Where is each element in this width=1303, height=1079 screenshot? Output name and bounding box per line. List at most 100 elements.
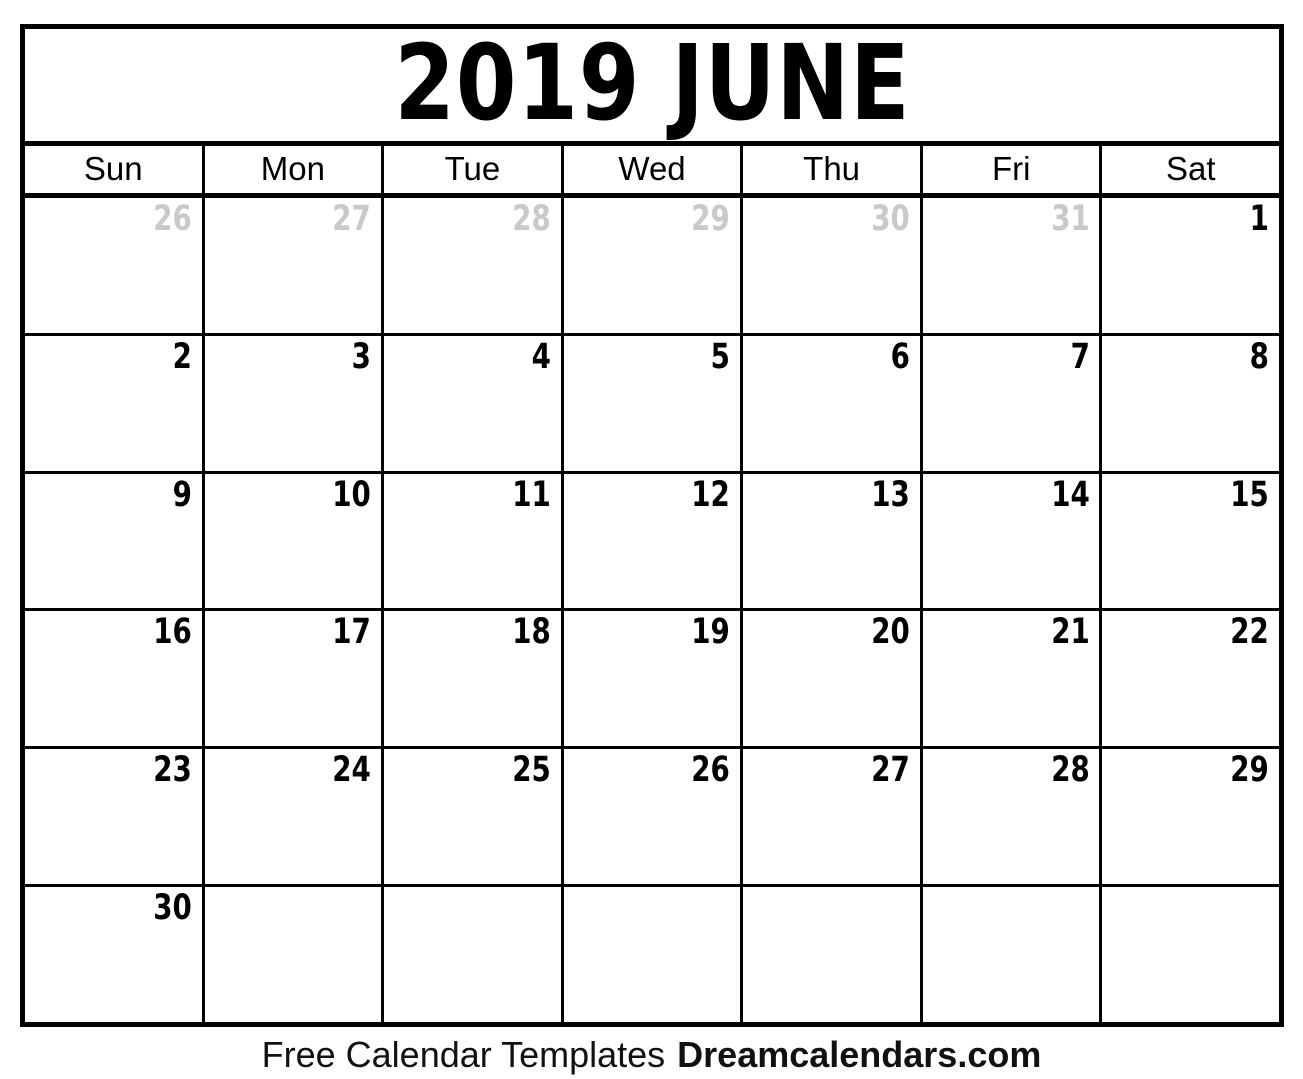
weekday-label: Mon <box>260 150 325 187</box>
day-cell[interactable]: 29 <box>1102 749 1280 885</box>
day-number: 12 <box>691 474 731 515</box>
weekday-header-sat: Sat <box>1102 146 1279 193</box>
footer-text: Free Calendar Templates Dreamcalendars.co… <box>262 1037 1042 1073</box>
week-row: 16 17 18 19 20 21 22 <box>25 611 1280 750</box>
day-cell[interactable]: 22 <box>1102 611 1280 747</box>
day-number: 22 <box>1230 612 1270 653</box>
day-cell[interactable]: 7 <box>922 335 1103 471</box>
day-cell[interactable]: 13 <box>743 473 923 609</box>
day-number: 9 <box>172 474 192 515</box>
day-cell[interactable]: 27 <box>743 749 923 885</box>
day-number: 26 <box>691 750 731 791</box>
day-number: 13 <box>871 474 910 515</box>
footer-tagline: Free Calendar Templates <box>261 1034 666 1075</box>
calendar-page: 2019 JUNE Sun Mon Tue Wed Thu Fri Sat 26… <box>0 0 1303 1079</box>
day-cell[interactable]: 20 <box>743 611 923 747</box>
day-number: 31 <box>1050 199 1090 239</box>
day-cell[interactable] <box>563 887 744 1022</box>
day-number: 24 <box>332 750 372 791</box>
day-cell[interactable] <box>204 887 385 1022</box>
day-cell[interactable]: 8 <box>1102 335 1280 471</box>
calendar-title-band: 2019 JUNE <box>25 29 1279 146</box>
page-title: 2019 JUNE <box>393 29 911 144</box>
day-cell[interactable]: 14 <box>922 473 1103 609</box>
weekday-label: Fri <box>991 150 1031 187</box>
weekday-label: Sun <box>83 150 143 187</box>
day-number: 20 <box>871 612 910 653</box>
weekday-header-sun: Sun <box>25 146 205 193</box>
weekday-label: Tue <box>444 150 501 187</box>
day-cell[interactable] <box>384 887 564 1022</box>
day-number: 19 <box>691 612 731 653</box>
day-number: 10 <box>332 474 372 515</box>
day-number: 28 <box>512 199 551 239</box>
day-number: 30 <box>153 888 192 929</box>
day-number: 14 <box>1050 474 1090 515</box>
weekday-label: Sat <box>1165 150 1216 187</box>
day-cell[interactable]: 10 <box>204 473 385 609</box>
day-cell[interactable]: 12 <box>563 473 744 609</box>
day-number: 3 <box>351 336 372 377</box>
day-cell[interactable]: 27 <box>204 198 385 333</box>
weekday-header-row: Sun Mon Tue Wed Thu Fri Sat <box>25 146 1279 198</box>
day-number: 29 <box>1230 750 1270 791</box>
day-cell[interactable]: 3 <box>204 335 385 471</box>
weekday-header-mon: Mon <box>205 146 385 193</box>
calendar-weeks: 26 27 28 29 30 31 1 2 3 4 5 6 7 8 9 10 1… <box>25 198 1280 1022</box>
week-row: 9 10 11 12 13 14 15 <box>25 473 1280 612</box>
day-cell[interactable]: 29 <box>563 198 744 333</box>
day-cell[interactable]: 1 <box>1102 198 1280 333</box>
day-cell[interactable]: 26 <box>25 198 205 333</box>
day-cell[interactable]: 28 <box>922 749 1103 885</box>
day-cell[interactable]: 28 <box>384 198 564 333</box>
day-cell[interactable]: 17 <box>204 611 385 747</box>
day-number: 15 <box>1230 474 1270 515</box>
day-cell[interactable]: 25 <box>384 749 564 885</box>
day-number: 27 <box>871 750 910 791</box>
day-cell[interactable]: 4 <box>384 335 564 471</box>
day-number: 17 <box>332 612 372 653</box>
day-cell[interactable]: 15 <box>1102 473 1280 609</box>
day-cell[interactable]: 2 <box>25 335 205 471</box>
day-number: 6 <box>890 336 910 377</box>
day-cell[interactable]: 18 <box>384 611 564 747</box>
day-number: 29 <box>691 199 731 239</box>
day-cell[interactable] <box>743 887 923 1022</box>
footer-site-link[interactable]: Dreamcalendars.com <box>677 1034 1041 1075</box>
day-cell[interactable]: 19 <box>563 611 744 747</box>
day-cell[interactable]: 23 <box>25 749 205 885</box>
day-cell[interactable]: 6 <box>743 335 923 471</box>
day-number: 2 <box>172 336 192 377</box>
day-cell[interactable]: 16 <box>25 611 205 747</box>
day-number: 18 <box>512 612 551 653</box>
day-cell[interactable] <box>1102 887 1280 1022</box>
day-number: 5 <box>711 336 731 377</box>
day-cell[interactable]: 30 <box>743 198 923 333</box>
day-cell[interactable]: 24 <box>204 749 385 885</box>
day-number: 4 <box>531 336 551 377</box>
week-row: 30 <box>25 887 1280 1022</box>
day-cell[interactable]: 5 <box>563 335 744 471</box>
day-cell[interactable] <box>922 887 1103 1022</box>
day-cell[interactable]: 26 <box>563 749 744 885</box>
weekday-header-wed: Wed <box>564 146 744 193</box>
weekday-header-thu: Thu <box>743 146 923 193</box>
day-number: 23 <box>153 750 192 791</box>
day-cell[interactable]: 30 <box>25 887 205 1022</box>
day-number: 26 <box>153 199 192 239</box>
week-row: 2 3 4 5 6 7 8 <box>25 335 1280 474</box>
footer: Free Calendar Templates Dreamcalendars.co… <box>0 1031 1303 1079</box>
day-number: 16 <box>153 612 192 653</box>
day-number: 21 <box>1050 612 1090 653</box>
day-number: 8 <box>1249 336 1270 377</box>
day-cell[interactable]: 11 <box>384 473 564 609</box>
day-number: 7 <box>1070 336 1090 377</box>
weekday-header-fri: Fri <box>923 146 1103 193</box>
week-row: 23 24 25 26 27 28 29 <box>25 749 1280 888</box>
weekday-label: Thu <box>803 150 861 187</box>
day-cell[interactable]: 9 <box>25 473 205 609</box>
day-number: 1 <box>1249 199 1270 239</box>
day-cell[interactable]: 21 <box>922 611 1103 747</box>
week-row: 26 27 28 29 30 31 1 <box>25 198 1280 336</box>
day-cell[interactable]: 31 <box>922 198 1103 333</box>
